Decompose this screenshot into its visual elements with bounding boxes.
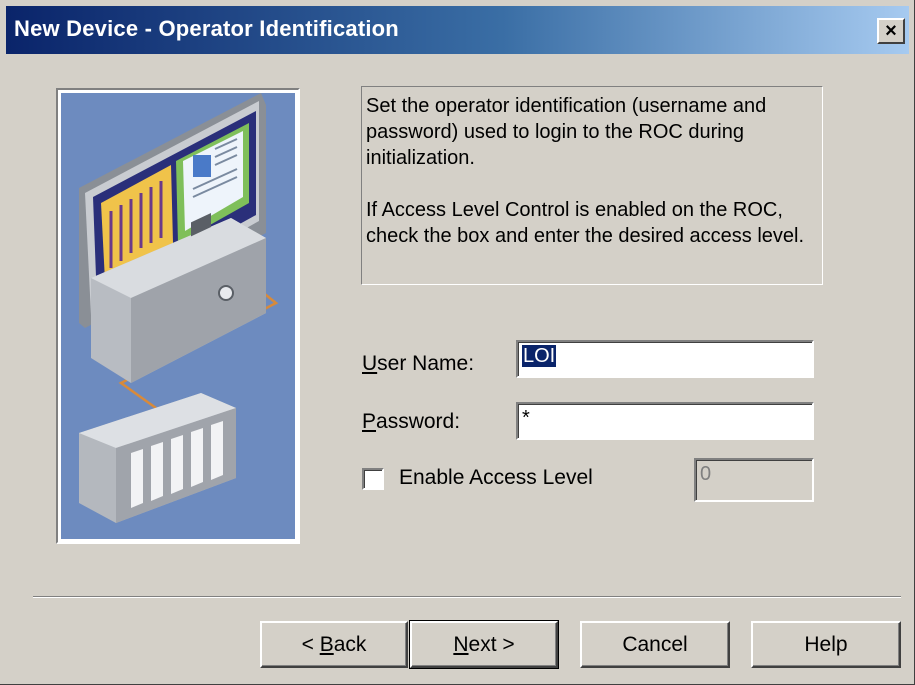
title-bar[interactable]: New Device - Operator Identification × <box>6 6 909 54</box>
password-label-text: assword: <box>376 410 461 433</box>
back-button-label: < Back <box>302 633 367 657</box>
next-button-mnemonic: N <box>453 632 469 656</box>
user-name-label: User Name: <box>362 352 474 376</box>
next-button-label: Next > <box>453 633 514 657</box>
close-button[interactable]: × <box>877 18 905 44</box>
enable-access-level-checkbox[interactable] <box>362 468 384 490</box>
computer-network-device-icon <box>79 93 279 523</box>
password-input[interactable]: * <box>516 402 814 440</box>
instructions-paragraph-2: If Access Level Control is enabled on th… <box>366 199 805 247</box>
next-button[interactable]: Next > <box>409 620 559 669</box>
access-level-input[interactable]: 0 <box>694 458 814 502</box>
window-title: New Device - Operator Identification <box>14 16 399 41</box>
password-value: * <box>522 407 530 429</box>
back-button[interactable]: < Back <box>260 621 408 668</box>
user-name-input[interactable]: LOI <box>516 340 814 378</box>
help-button[interactable]: Help <box>751 621 901 668</box>
separator-line <box>33 596 901 598</box>
password-label: Password: <box>362 410 460 434</box>
next-button-rest: ext > <box>468 632 515 656</box>
instructions-paragraph-1: Set the operator identification (usernam… <box>366 95 767 169</box>
wizard-illustration <box>56 88 300 544</box>
close-icon: × <box>885 20 897 42</box>
illustration-background <box>61 93 295 539</box>
help-button-label: Help <box>804 632 848 656</box>
user-name-mnemonic: U <box>362 352 378 375</box>
password-mnemonic: P <box>362 410 377 433</box>
enable-access-level-label[interactable]: Enable Access Level <box>399 466 593 490</box>
instructions-box: Set the operator identification (usernam… <box>361 86 823 285</box>
back-button-rest: ack <box>333 632 367 656</box>
dialog-window: New Device - Operator Identification × S… <box>0 0 915 685</box>
back-button-mnemonic: B <box>319 632 334 656</box>
cancel-button[interactable]: Cancel <box>580 621 730 668</box>
cancel-button-label: Cancel <box>622 632 688 656</box>
user-name-label-text: ser Name: <box>377 352 475 375</box>
user-name-value: LOI <box>522 345 557 367</box>
access-level-value: 0 <box>700 463 712 485</box>
back-button-prefix: < <box>301 632 320 656</box>
